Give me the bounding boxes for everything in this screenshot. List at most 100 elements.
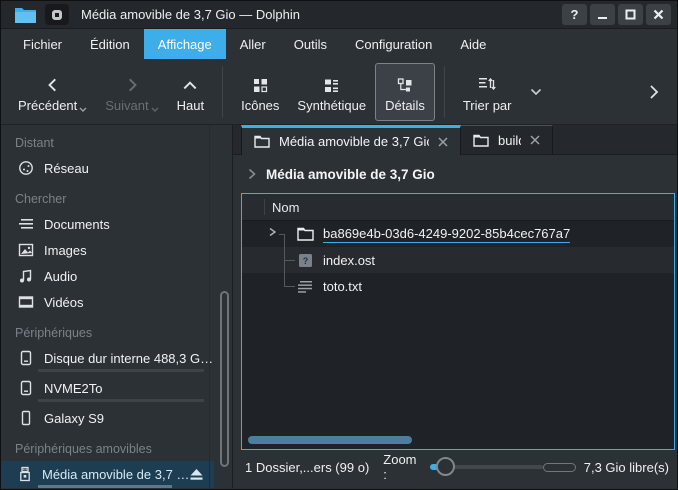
zoom-label: Zoom : [383,452,422,482]
toolbar: Précédent Suivant Haut Icônes [1,59,677,125]
header-separator [264,199,265,215]
dolphin-window: Média amovible de 3,7 Gio — Dolphin ? Fi… [0,0,678,490]
smartphone-icon [17,410,35,426]
column-header[interactable]: Nom [242,194,674,221]
close-button[interactable] [646,4,671,25]
menu-outils[interactable]: Outils [280,29,341,59]
help-button[interactable]: ? [562,4,587,25]
selection-summary: 1 Dossier,...ers (99 o) [245,460,369,475]
usb-drive-icon [17,466,33,482]
disk-usage-bar [38,485,172,488]
document-icon [17,216,35,232]
tab-label: build [498,133,521,148]
free-space-label: 7,3 Gio libre(s) [584,460,669,475]
menubar: Fichier Édition Affichage Aller Outils C… [1,29,677,59]
file-row-folder[interactable]: ba869e4b-03d6-4249-9202-85b4cec767a7 [242,221,674,247]
view-icons-icon [253,71,268,93]
sidebar-item-documents[interactable]: Documents [1,211,214,237]
sidebar-item-label: Vidéos [44,295,84,310]
tab-media-amovible[interactable]: Média amovible de 3,7 Gio [241,125,461,155]
breadcrumb-location[interactable]: Média amovible de 3,7 Gio [266,167,435,182]
menu-aide[interactable]: Aide [446,29,500,59]
image-icon [17,242,35,258]
sidebar-item-images[interactable]: Images [1,237,214,263]
file-row-toto-txt[interactable]: toto.txt [242,273,674,299]
forward-button[interactable]: Suivant [96,63,167,121]
chevron-down-icon[interactable] [530,88,542,96]
view-details-icon [397,71,413,93]
compact-view-label: Synthétique [297,98,366,113]
network-icon [17,160,35,176]
sidebar-item-galaxy-s9[interactable]: Galaxy S9 [1,405,214,431]
toolbar-separator [444,66,445,118]
sidebar-item-label: Disque dur interne 488,3 G… [44,351,213,366]
back-label: Précédent [18,98,77,113]
folder-icon [254,135,270,148]
unknown-file-icon: ? [296,253,314,268]
sidebar-item-audio[interactable]: Audio [1,263,214,289]
folder-icon [296,227,314,241]
zoom-slider[interactable] [430,456,542,478]
scrollbar-thumb[interactable] [248,436,412,444]
chevron-down-icon [79,107,87,113]
sidebar-item-reseau[interactable]: Réseau [1,155,214,181]
tab-build[interactable]: build [461,125,553,154]
section-chercher: Chercher [1,181,232,211]
up-label: Haut [177,98,204,113]
compact-view-button[interactable]: Synthétique [288,63,375,121]
video-icon [17,294,35,310]
up-button[interactable]: Haut [168,63,213,121]
sidebar-item-label: Galaxy S9 [44,411,104,426]
menu-affichage[interactable]: Affichage [144,29,226,59]
details-view-button[interactable]: Détails [375,63,435,121]
menu-fichier[interactable]: Fichier [9,29,76,59]
sidebar-item-label: Réseau [44,161,89,176]
section-peripheriques-amovibles: Périphériques amovibles [1,431,232,461]
chevron-down-icon [151,107,159,113]
icons-view-button[interactable]: Icônes [232,63,288,121]
sort-icon [478,71,496,93]
eject-icon[interactable] [189,468,204,481]
tab-bar: Média amovible de 3,7 Gio build [233,125,677,155]
disk-usage-bar [38,399,204,402]
sidebar-scrollbar[interactable] [220,291,229,467]
disk-usage-bar [38,369,204,372]
menu-configuration[interactable]: Configuration [341,29,446,59]
chevron-left-icon [45,71,61,93]
horizontal-scrollbar[interactable] [248,436,668,444]
status-bar: 1 Dossier,...ers (99 o) Zoom : 7,3 Gio l… [233,450,677,484]
column-header-nom: Nom [242,200,299,215]
sort-by-button[interactable]: Trier par [454,63,521,121]
sidebar-item-nvme2to[interactable]: NVME2To [1,375,214,405]
icons-view-label: Icônes [241,98,279,113]
close-icon[interactable] [530,135,540,145]
file-row-index-ost[interactable]: ? index.ost [242,247,674,273]
sidebar-item-videos[interactable]: Vidéos [1,289,214,315]
chevron-up-icon [182,71,198,93]
window-title: Média amovible de 3,7 Gio — Dolphin [81,7,300,22]
tree-guide-line [284,286,295,287]
forward-label: Suivant [105,98,148,113]
details-view-label: Détails [385,98,425,113]
menu-aller[interactable]: Aller [226,29,280,59]
toolbar-overflow-button[interactable] [647,84,661,100]
chevron-right-icon[interactable] [247,168,257,180]
maximize-button[interactable] [618,4,643,25]
view-compact-icon [324,71,339,93]
sidebar-item-disque-dur-interne[interactable]: Disque dur interne 488,3 G… [1,345,214,375]
close-icon[interactable] [438,137,448,147]
back-button[interactable]: Précédent [9,63,96,121]
text-file-icon [296,280,314,293]
expander-chevron-icon[interactable] [268,227,277,237]
window-emblem-icon[interactable] [45,4,69,25]
sort-by-label: Trier par [463,98,512,113]
chevron-right-icon [124,71,140,93]
dolphin-app-icon [15,6,36,23]
audio-icon [17,268,35,284]
slider-handle[interactable] [436,457,455,476]
menu-edition[interactable]: Édition [76,29,144,59]
sidebar-item-media-amovible[interactable]: Média amovible de 3,7 … [1,461,214,488]
section-distant: Distant [1,125,232,155]
minimize-button[interactable] [590,4,615,25]
section-peripheriques: Périphériques [1,315,232,345]
